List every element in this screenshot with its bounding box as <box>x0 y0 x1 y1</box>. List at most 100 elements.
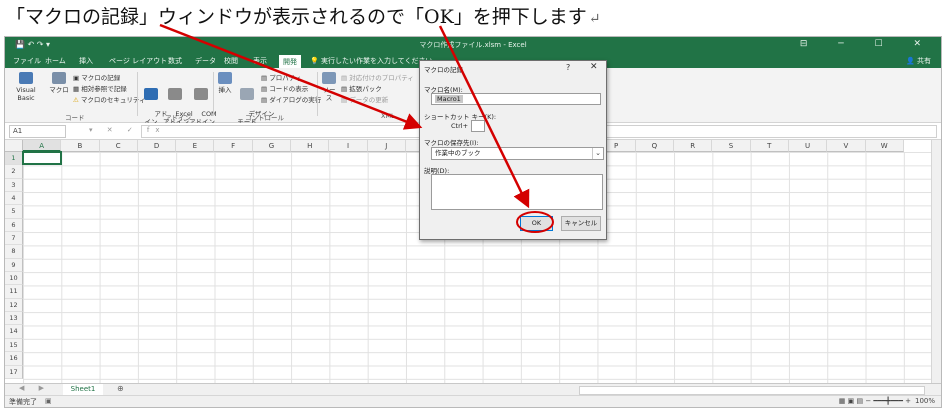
tab-page-layout[interactable]: ページ レイアウト <box>109 56 167 66</box>
tab-formulas[interactable]: 数式 <box>168 56 182 66</box>
macro-record-status-icon[interactable]: ▣ <box>45 397 52 405</box>
tab-home[interactable]: ホーム <box>45 56 66 66</box>
column-header[interactable]: D <box>137 140 177 152</box>
description-textarea[interactable] <box>431 174 603 210</box>
ctrl-label: Ctrl+ <box>451 122 469 130</box>
source-button[interactable]: ソース <box>321 72 337 102</box>
zoom-controls[interactable]: ▦ ▣ ▤ − ━━━╋━━━ + <box>839 397 911 405</box>
shortcut-key-input[interactable] <box>471 120 485 132</box>
sheet-nav-arrows[interactable]: ◀ ▶ <box>19 384 50 392</box>
column-header[interactable]: E <box>176 140 215 152</box>
instruction-caption: 「マクロの記録」ウィンドウが表示されるので「OK」を押下します ↵ <box>6 2 601 29</box>
column-header[interactable]: I <box>329 140 368 152</box>
column-header[interactable]: F <box>214 140 253 152</box>
store-macro-label: マクロの保存先(I): <box>424 139 479 147</box>
zoom-percent[interactable]: 100% <box>915 397 935 405</box>
column-header[interactable]: B <box>61 140 100 152</box>
store-macro-select[interactable]: 作業中のブック ⌄ <box>431 147 604 160</box>
visual-basic-icon <box>19 72 33 84</box>
column-header[interactable]: S <box>712 140 751 152</box>
column-header[interactable]: Q <box>635 140 675 152</box>
group-controls-label: コントロール <box>245 114 284 122</box>
insert-control-button[interactable]: 挿入 <box>217 72 233 94</box>
source-label: ソース <box>322 86 336 102</box>
store-macro-value: 作業中のブック <box>435 149 481 157</box>
help-icon[interactable]: ? <box>566 63 570 72</box>
expansion-pack-button[interactable]: ▤ 拡張パック <box>341 83 382 93</box>
insert-control-icon <box>218 72 232 84</box>
row-header[interactable]: 12 <box>5 298 23 313</box>
caption-text: 「マクロの記録」ウィンドウが表示されるので「OK」を押下します <box>6 6 587 28</box>
ok-button[interactable]: OK <box>520 216 553 231</box>
macros-button[interactable]: マクロ <box>49 72 69 94</box>
column-header[interactable]: H <box>291 140 330 152</box>
row-header[interactable]: 6 <box>5 218 23 233</box>
ribbon-separator <box>137 72 138 116</box>
refresh-data-button[interactable]: ▤ データの更新 <box>341 94 388 104</box>
cancel-button[interactable]: キャンセル <box>561 216 601 231</box>
dialog-title: マクロの記録 <box>424 66 463 74</box>
com-addins-icon <box>194 88 208 100</box>
row-header[interactable]: 15 <box>5 338 23 353</box>
column-header[interactable]: C <box>99 140 138 152</box>
tab-insert[interactable]: 挿入 <box>79 56 93 66</box>
column-header[interactable]: G <box>252 140 292 152</box>
column-header[interactable]: J <box>367 140 406 152</box>
row-header[interactable]: 1 <box>5 152 23 166</box>
shortcut-key-label: ショートカット キー(K): <box>424 113 497 121</box>
row-header[interactable]: 14 <box>5 325 23 339</box>
row-header[interactable]: 2 <box>5 165 23 179</box>
record-macro-button[interactable]: ▣ マクロの記録 <box>73 72 120 82</box>
group-code-label: コード <box>65 114 85 122</box>
name-box[interactable]: A1 <box>9 125 66 138</box>
row-header[interactable]: 9 <box>5 258 23 273</box>
column-header[interactable]: T <box>750 140 789 152</box>
tab-view[interactable]: 表示 <box>253 56 267 66</box>
relative-ref-button[interactable]: ▦ 相対参照で記録 <box>73 83 127 93</box>
window-controls[interactable]: ⊟ ─ ☐ ✕ <box>800 39 935 49</box>
properties-button[interactable]: ▤ プロパティ <box>261 72 301 82</box>
tab-file[interactable]: ファイル <box>13 56 41 66</box>
run-dialog-button[interactable]: ▤ ダイアログの実行 <box>261 94 321 104</box>
warning-icon: ⚠ <box>73 96 79 104</box>
row-header[interactable]: 16 <box>5 352 23 366</box>
select-all-corner[interactable] <box>5 140 23 152</box>
row-header[interactable]: 7 <box>5 232 23 246</box>
return-mark: ↵ <box>588 11 601 27</box>
active-cell-a1[interactable] <box>22 151 62 165</box>
row-header[interactable]: 17 <box>5 365 23 379</box>
row-header[interactable]: 11 <box>5 285 23 299</box>
close-icon[interactable]: ✕ <box>590 62 598 72</box>
macro-security-label: マクロのセキュリティ <box>80 96 146 104</box>
macro-security-button[interactable]: ⚠ マクロのセキュリティ <box>73 94 146 104</box>
status-bar: 準備完了 ▣ ▦ ▣ ▤ − ━━━╋━━━ + 100% <box>5 395 941 407</box>
insert-control-label: 挿入 <box>218 86 232 94</box>
macros-icon <box>52 72 66 84</box>
chevron-down-icon[interactable]: ⌄ <box>592 148 603 159</box>
status-ready: 準備完了 <box>9 398 37 406</box>
title-bar: 💾 ↶ ↷ ▾ マクロ作成ファイル.xlsm - Excel ⊟ ─ ☐ ✕ <box>5 37 941 54</box>
view-code-button[interactable]: ▤ コードの表示 <box>261 83 308 93</box>
row-header[interactable]: 5 <box>5 205 23 219</box>
source-icon <box>322 72 336 84</box>
column-header[interactable]: W <box>865 140 904 152</box>
column-header[interactable]: U <box>788 140 828 152</box>
tab-review[interactable]: 校閲 <box>224 56 238 66</box>
row-header[interactable]: 13 <box>5 312 23 326</box>
column-header[interactable]: V <box>827 140 866 152</box>
column-header[interactable]: R <box>674 140 713 152</box>
horizontal-scrollbar[interactable] <box>579 386 925 395</box>
row-header[interactable]: 8 <box>5 245 23 259</box>
add-sheet-icon[interactable]: ⊕ <box>117 384 124 393</box>
row-header[interactable]: 10 <box>5 272 23 286</box>
visual-basic-button[interactable]: Visual Basic <box>9 72 43 102</box>
share-button[interactable]: 👤 共有 <box>906 56 931 66</box>
macro-name-input[interactable]: Macro1 <box>431 93 601 105</box>
map-properties-button[interactable]: ▤ 対応付けのプロパティ <box>341 72 414 82</box>
row-header[interactable]: 3 <box>5 178 23 193</box>
macro-name-value: Macro1 <box>435 95 463 103</box>
row-header[interactable]: 4 <box>5 192 23 206</box>
tab-data[interactable]: データ <box>195 56 216 66</box>
vertical-scrollbar[interactable] <box>931 140 941 383</box>
record-macro-dialog: マクロの記録 ? ✕ マクロ名(M): Macro1 ショートカット キー(K)… <box>419 60 607 240</box>
